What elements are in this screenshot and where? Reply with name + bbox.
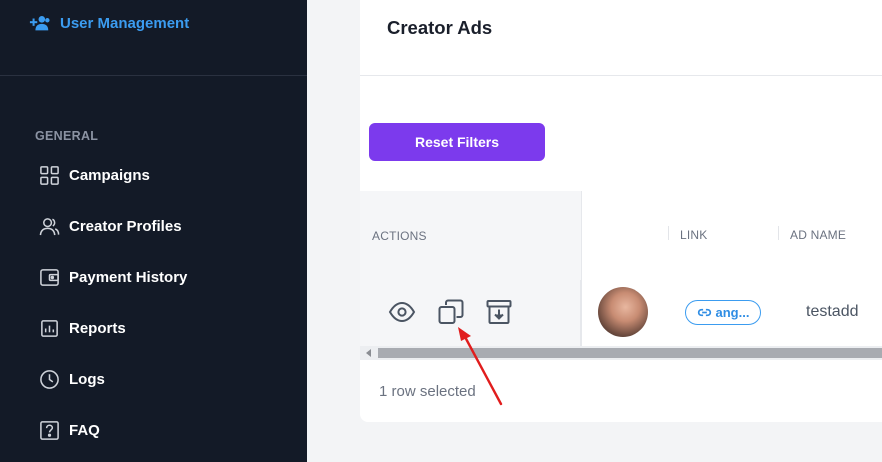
sidebar-item-logs[interactable]: Logs: [39, 369, 105, 390]
copy-button[interactable]: [437, 298, 465, 326]
sidebar-item-payment-history[interactable]: Payment History: [39, 267, 187, 288]
card-divider: [360, 75, 882, 76]
actions-column-header: ACTIONS: [372, 229, 427, 243]
sidebar-item-campaigns[interactable]: Campaigns: [39, 165, 150, 186]
clock-icon: [39, 369, 60, 390]
ad-name-cell: testadd: [806, 303, 859, 320]
table-header: ACTIONS LINK AD NAME: [360, 191, 882, 280]
page-title: Creator Ads: [387, 17, 493, 38]
question-icon: [39, 420, 60, 441]
scrollbar-thumb[interactable]: [378, 348, 882, 358]
copy-icon: [438, 299, 464, 324]
ad-link-pill[interactable]: ang...: [685, 300, 761, 325]
ad-name-column-header[interactable]: AD NAME: [790, 228, 846, 242]
chart-icon: [39, 318, 60, 339]
eye-icon: [388, 301, 416, 323]
sidebar-item-creator-profiles[interactable]: Creator Profiles: [39, 216, 182, 237]
reset-filters-button[interactable]: Reset Filters: [369, 123, 545, 161]
link-icon: [697, 308, 711, 317]
rows-selected-status: 1 row selected: [379, 383, 476, 400]
ad-link-text: ang...: [715, 305, 750, 320]
sidebar-item-faq[interactable]: FAQ: [39, 420, 100, 441]
sidebar-item-label: FAQ: [69, 422, 100, 439]
sidebar-item-label: User Management: [60, 14, 190, 32]
archive-icon: [486, 300, 512, 324]
sidebar-item-label: Reports: [69, 320, 126, 337]
sidebar-item-label: Logs: [69, 371, 105, 388]
link-column-header[interactable]: LINK: [680, 228, 707, 242]
grid-icon: [39, 165, 60, 186]
table-row[interactable]: ang... testadd: [360, 280, 882, 346]
avatar: [598, 287, 648, 337]
column-separator: [778, 226, 779, 240]
sidebar-section-label: GENERAL: [35, 129, 99, 143]
sidebar-divider: [0, 75, 307, 76]
add-user-icon: [29, 16, 50, 31]
actions-cell: [360, 280, 582, 346]
archive-button[interactable]: [485, 298, 513, 326]
scroll-left-icon[interactable]: [366, 349, 371, 357]
sidebar-item-label: Campaigns: [69, 167, 150, 184]
wallet-icon: [39, 267, 60, 288]
sidebar-item-user-management[interactable]: User Management: [29, 14, 189, 32]
sidebar-item-label: Creator Profiles: [69, 218, 182, 235]
view-button[interactable]: [388, 298, 416, 326]
column-separator: [668, 226, 669, 240]
sidebar: User Management GENERAL Campaigns Creato…: [0, 0, 307, 462]
sidebar-item-reports[interactable]: Reports: [39, 318, 126, 339]
actions-header-cell: ACTIONS: [360, 191, 582, 280]
users-icon: [39, 216, 60, 237]
creator-ads-card: Creator Ads Reset Filters ACTIONS LINK A…: [360, 0, 882, 422]
horizontal-scrollbar[interactable]: [360, 346, 882, 360]
sidebar-item-label: Payment History: [69, 269, 188, 286]
